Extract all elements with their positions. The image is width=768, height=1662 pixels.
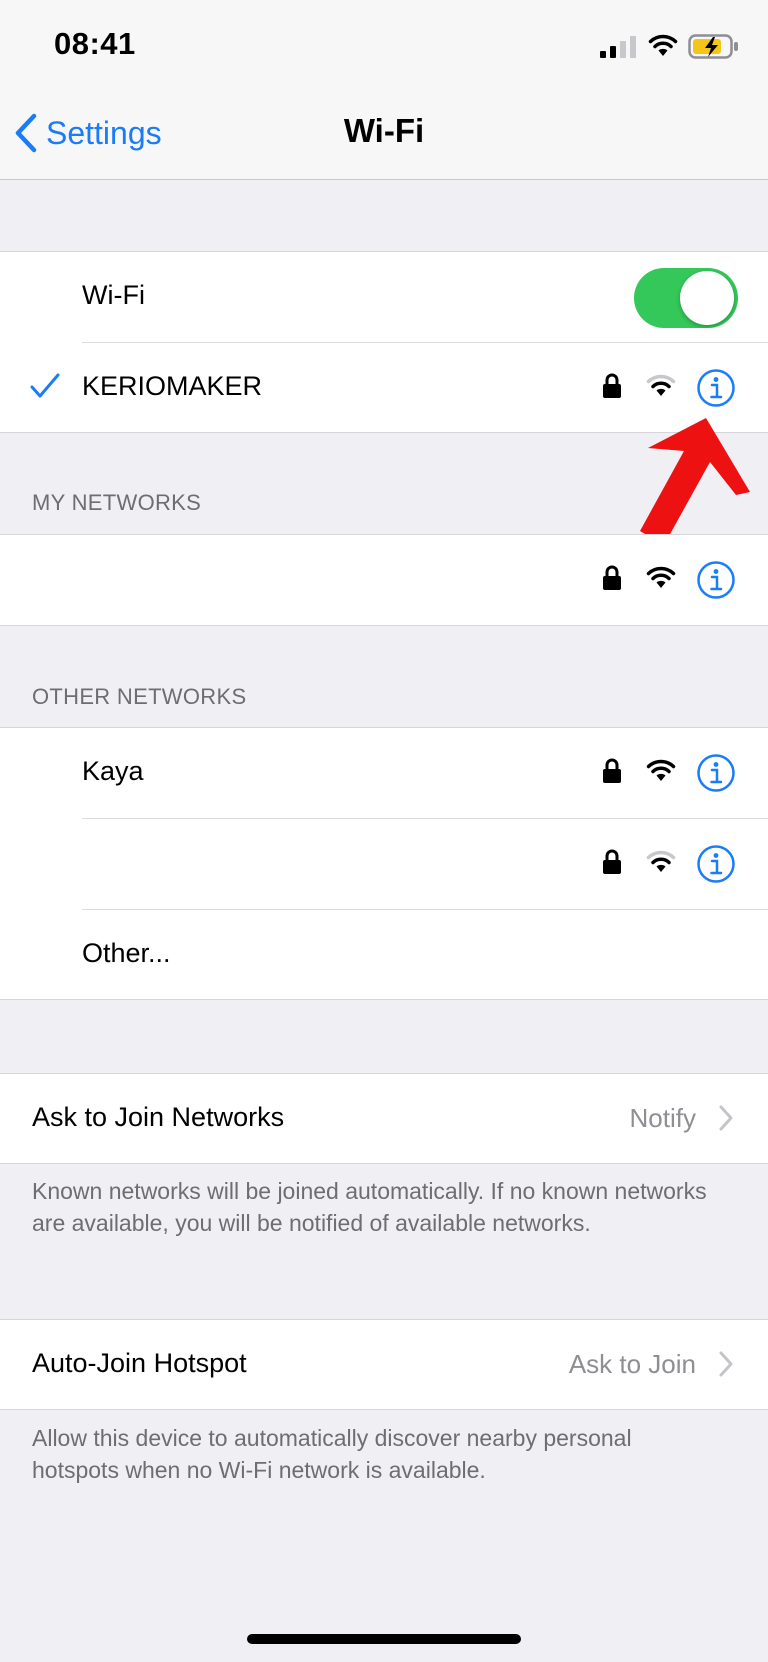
auto-join-row[interactable]: Auto-Join Hotspot Ask to Join	[0, 1320, 768, 1410]
wifi-toggle[interactable]	[634, 268, 738, 328]
battery-charging-icon	[688, 34, 738, 59]
auto-join-label: Auto-Join Hotspot	[32, 1348, 247, 1378]
status-bar: 08:41	[0, 0, 768, 90]
network-row-kaya[interactable]: Kaya	[0, 728, 768, 818]
cellular-signal-icon	[600, 36, 636, 58]
wifi-toggle-row: Wi-Fi	[0, 252, 768, 342]
other-network-row[interactable]: Other...	[0, 910, 768, 1000]
connected-network-name: KERIOMAKER	[82, 371, 263, 401]
wifi-toggle-label: Wi-Fi	[82, 280, 145, 310]
ask-to-join-footer: Known networks will be joined automatica…	[32, 1178, 707, 1236]
other-networks-group: Kaya Other...	[0, 727, 768, 1000]
home-indicator[interactable]	[247, 1634, 521, 1644]
ask-to-join-group: Ask to Join Networks Notify	[0, 1073, 768, 1164]
auto-join-value: Ask to Join	[568, 1349, 696, 1379]
network-name: Kaya	[82, 756, 144, 786]
wifi-signal-icon	[646, 850, 676, 872]
status-time: 08:41	[54, 26, 136, 61]
wifi-signal-icon	[646, 374, 676, 396]
other-network-label: Other...	[82, 938, 171, 968]
ask-to-join-row[interactable]: Ask to Join Networks Notify	[0, 1074, 768, 1164]
lock-icon	[603, 373, 621, 398]
info-icon[interactable]	[696, 844, 736, 884]
page-title: Wi-Fi	[343, 112, 425, 149]
other-networks-header: OTHER NETWORKS	[32, 684, 247, 709]
chevron-right-icon	[719, 1351, 733, 1377]
saved-network-row[interactable]	[0, 535, 768, 625]
wifi-signal-icon	[646, 566, 676, 588]
auto-join-group: Auto-Join Hotspot Ask to Join	[0, 1319, 768, 1410]
checkmark-icon	[30, 373, 60, 398]
info-icon[interactable]	[696, 368, 736, 408]
lock-icon	[603, 758, 621, 783]
ask-to-join-value: Notify	[629, 1103, 696, 1133]
info-icon[interactable]	[696, 753, 736, 793]
wifi-group: Wi-Fi KERIOMAKER	[0, 251, 768, 433]
lock-icon	[603, 849, 621, 874]
wifi-status-icon	[648, 34, 678, 56]
ask-to-join-label: Ask to Join Networks	[32, 1102, 285, 1132]
wifi-signal-icon	[646, 759, 676, 781]
my-networks-group	[0, 534, 768, 626]
chevron-right-icon	[719, 1105, 733, 1131]
annotation-arrow-icon	[640, 418, 750, 545]
my-networks-header: MY NETWORKS	[32, 490, 202, 515]
info-icon[interactable]	[696, 560, 736, 600]
auto-join-footer: Allow this device to automatically disco…	[32, 1425, 632, 1483]
network-row-hidden[interactable]	[0, 819, 768, 909]
navigation-bar: Settings Wi-Fi	[0, 90, 768, 180]
lock-icon	[603, 565, 621, 590]
